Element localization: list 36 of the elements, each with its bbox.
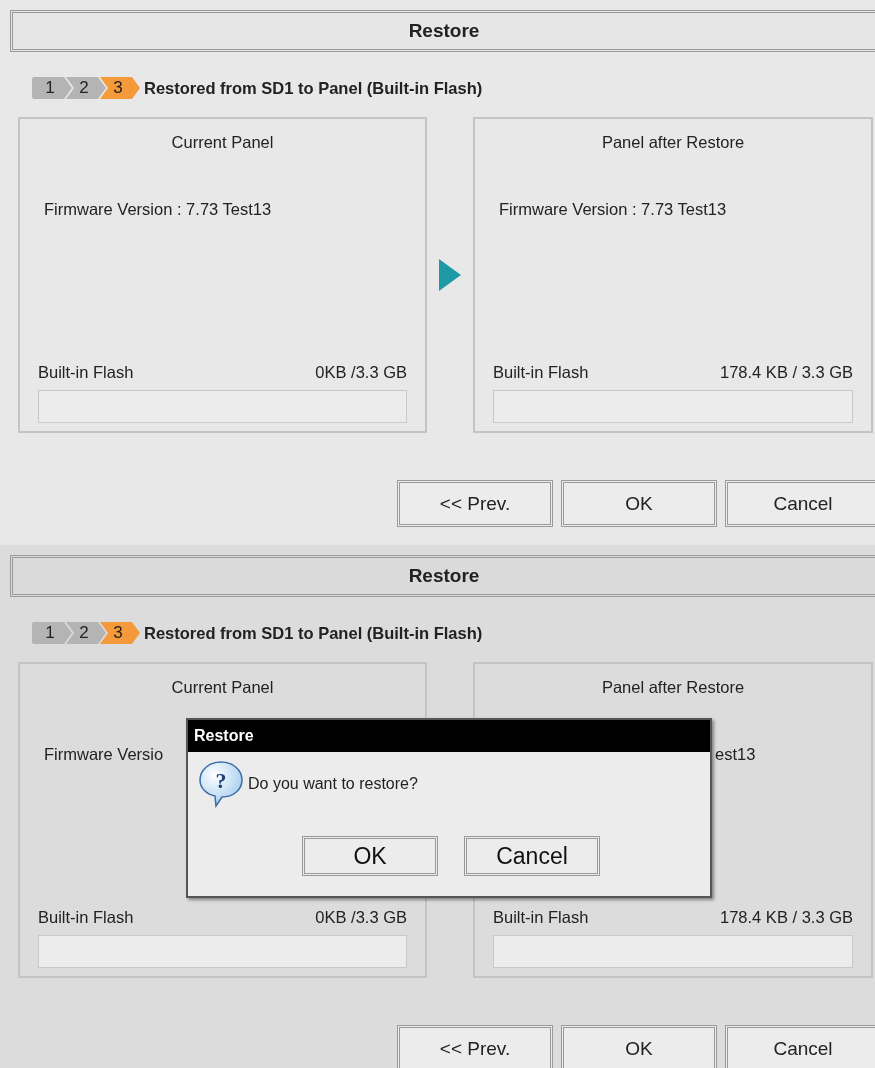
step-caption: Restored from SD1 to Panel (Built-in Flash): [144, 623, 483, 643]
cancel-button[interactable]: Cancel: [725, 1025, 875, 1068]
storage-label: Built-in Flash: [38, 363, 134, 383]
storage-label: Built-in Flash: [493, 363, 589, 383]
cancel-button[interactable]: Cancel: [464, 836, 600, 876]
ok-button[interactable]: OK: [561, 1025, 717, 1068]
storage-label: Built-in Flash: [493, 908, 589, 928]
dialog-message: Do you want to restore?: [248, 775, 418, 793]
prev-button[interactable]: << Prev.: [397, 480, 553, 527]
storage-label: Built-in Flash: [38, 908, 134, 928]
window-title: Restore: [10, 10, 875, 52]
question-bubble-icon: ?: [198, 760, 244, 808]
play-arrow-icon: [439, 259, 461, 291]
storage-value: 178.4 KB / 3.3 GB: [720, 363, 853, 383]
cancel-button[interactable]: Cancel: [725, 480, 875, 527]
step-indicator: 3: [100, 622, 140, 644]
ok-button[interactable]: OK: [561, 480, 717, 527]
firmware-version: est13: [715, 745, 756, 763]
ok-button[interactable]: OK: [302, 836, 438, 876]
step-caption: Restored from SD1 to Panel (Built-in Flash): [144, 78, 483, 98]
step-indicator: 1: [32, 622, 72, 644]
window-title: Restore: [10, 555, 875, 597]
panel-heading: Panel after Restore: [600, 678, 746, 697]
storage-value: 0KB /3.3 GB: [315, 908, 407, 928]
prev-button[interactable]: << Prev.: [397, 1025, 553, 1068]
panel-heading: Current Panel: [170, 678, 275, 697]
firmware-version: Firmware Version : 7.73 Test13: [499, 200, 727, 218]
panel-heading: Current Panel: [170, 133, 275, 152]
firmware-version: Firmware Versio: [44, 745, 164, 763]
storage-value: 0KB /3.3 GB: [315, 363, 407, 383]
step-indicator: 1: [32, 77, 72, 99]
storage-value: 178.4 KB / 3.3 GB: [720, 908, 853, 928]
dialog-title: Restore: [188, 720, 710, 752]
panel-heading: Panel after Restore: [600, 133, 746, 152]
firmware-version: Firmware Version : 7.73 Test13: [44, 200, 272, 218]
step-indicator: 3: [100, 77, 140, 99]
